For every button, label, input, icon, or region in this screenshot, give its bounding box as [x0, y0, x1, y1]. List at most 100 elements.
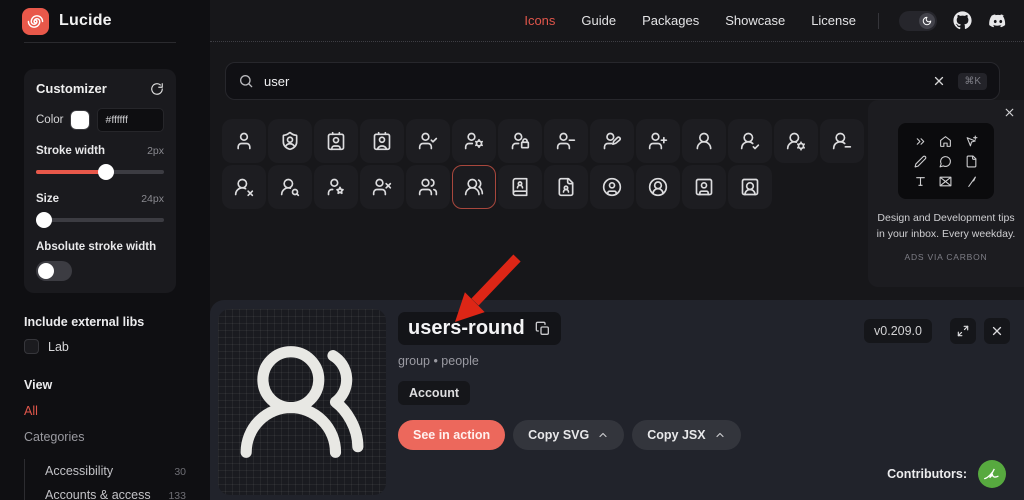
- stroke-width-label: Stroke width: [36, 145, 106, 157]
- copy-svg-button[interactable]: Copy SVG: [513, 420, 625, 450]
- size-slider[interactable]: [36, 212, 164, 228]
- clear-search-icon[interactable]: [932, 74, 946, 88]
- moon-icon: [919, 12, 935, 29]
- lab-label: Lab: [48, 339, 69, 354]
- square-user-round-icon[interactable]: [728, 165, 772, 209]
- ad-text-line2: in your inbox. Every weekday.: [876, 228, 1016, 241]
- include-libs-heading: Include external libs: [24, 315, 145, 329]
- nav-link-guide[interactable]: Guide: [581, 13, 616, 28]
- stroke-width-slider[interactable]: [36, 164, 164, 180]
- line-icon: [965, 175, 978, 188]
- discord-icon[interactable]: [988, 11, 1008, 31]
- category-item-accessibility[interactable]: Accessibility 30: [45, 459, 186, 483]
- copy-jsx-button[interactable]: Copy JSX: [632, 420, 741, 450]
- lab-checkbox-row[interactable]: Lab: [24, 339, 186, 354]
- version-badge: v0.209.0: [864, 319, 932, 343]
- absolute-stroke-toggle[interactable]: [36, 261, 72, 281]
- contact-round-icon[interactable]: [360, 119, 404, 163]
- color-swatch[interactable]: [70, 110, 91, 130]
- customizer-panel: Customizer Color Stroke width 2px: [24, 69, 176, 293]
- pointer-plus-icon: [965, 135, 978, 148]
- contributors-label: Contributors:: [887, 467, 967, 481]
- icon-tags: group • people: [398, 354, 479, 368]
- view-all-link[interactable]: All: [24, 404, 186, 418]
- user-x-icon[interactable]: [360, 165, 404, 209]
- contact-icon[interactable]: [314, 119, 358, 163]
- carbon-ad-card: Design and Development tips in your inbo…: [868, 100, 1024, 287]
- categories-heading: Categories: [24, 430, 85, 444]
- nav-link-packages[interactable]: Packages: [642, 13, 699, 28]
- user-round-cog-icon[interactable]: [774, 119, 818, 163]
- size-label: Size: [36, 193, 60, 205]
- brand-link[interactable]: Lucide: [0, 0, 210, 42]
- users-round-icon-large: [240, 346, 364, 458]
- icon-results-grid: [222, 119, 864, 209]
- search-bar: ⌘K: [225, 62, 1000, 100]
- nav-link-showcase[interactable]: Showcase: [725, 13, 785, 28]
- color-label: Color: [36, 114, 64, 126]
- theme-toggle[interactable]: [899, 10, 937, 31]
- size-value: 24px: [141, 193, 164, 205]
- github-icon[interactable]: [953, 11, 972, 30]
- user-round-icon[interactable]: [682, 119, 726, 163]
- close-detail-icon[interactable]: [984, 318, 1010, 344]
- users-icon[interactable]: [406, 165, 450, 209]
- category-item-accounts-access[interactable]: Accounts & access 133: [45, 483, 186, 500]
- see-in-action-button[interactable]: See in action: [398, 420, 506, 450]
- file-icon: [965, 155, 978, 168]
- icon-title-box: users-round: [398, 312, 561, 345]
- copy-name-icon[interactable]: [535, 321, 551, 337]
- icon-detail-info: users-round group • people Account See i…: [398, 312, 741, 450]
- user-round-check-icon[interactable]: [728, 119, 772, 163]
- user-plus-icon[interactable]: [636, 119, 680, 163]
- ad-close-icon[interactable]: [1003, 106, 1016, 119]
- user-minus-icon[interactable]: [544, 119, 588, 163]
- square-user-icon[interactable]: [682, 165, 726, 209]
- customizer-title: Customizer: [36, 81, 107, 96]
- circle-user-icon[interactable]: [590, 165, 634, 209]
- user-round-x-icon[interactable]: [222, 165, 266, 209]
- user-icon[interactable]: [222, 119, 266, 163]
- sidebar: Lucide Customizer Color Stroke width 2px: [0, 0, 210, 500]
- ad-attribution: ADS VIA CARBON: [904, 251, 988, 262]
- user-round-search-icon[interactable]: [268, 165, 312, 209]
- user-lock-icon[interactable]: [498, 119, 542, 163]
- contributor-avatar[interactable]: [978, 460, 1006, 488]
- contributors-row: Contributors:: [887, 460, 1006, 488]
- user-round-minus-icon[interactable]: [820, 119, 864, 163]
- text-icon: [914, 175, 927, 188]
- shield-user-icon[interactable]: [268, 119, 312, 163]
- home-icon: [939, 135, 952, 148]
- maximize-icon[interactable]: [950, 318, 976, 344]
- brand-title: Lucide: [59, 12, 112, 29]
- user-pen-icon[interactable]: [590, 119, 634, 163]
- icon-name-title: users-round: [408, 317, 525, 339]
- icon-preview: [218, 309, 386, 495]
- user-check-icon[interactable]: [406, 119, 450, 163]
- lucide-app: Lucide Customizer Color Stroke width 2px: [0, 0, 1024, 500]
- search-input[interactable]: [264, 73, 933, 89]
- color-input[interactable]: [97, 108, 164, 132]
- chevron-up-icon: [597, 429, 609, 441]
- ad-image: [898, 123, 994, 199]
- book-user-icon[interactable]: [498, 165, 542, 209]
- user-star-icon[interactable]: [314, 165, 358, 209]
- keyboard-shortcut-badge: ⌘K: [958, 72, 987, 90]
- search-icon: [238, 73, 254, 89]
- circle-user-round-icon[interactable]: [636, 165, 680, 209]
- reset-icon[interactable]: [150, 82, 164, 96]
- lab-checkbox[interactable]: [24, 339, 39, 354]
- mail-x-icon: [939, 175, 952, 188]
- nav-divider: [878, 12, 879, 29]
- nav-link-license[interactable]: License: [811, 13, 856, 28]
- user-cog-icon[interactable]: [452, 119, 496, 163]
- top-nav: Icons Guide Packages Showcase License: [210, 0, 1024, 42]
- category-badge-account[interactable]: Account: [398, 381, 470, 405]
- ad-link[interactable]: Design and Development tips in your inbo…: [868, 123, 1024, 262]
- stroke-width-value: 2px: [147, 145, 164, 157]
- speech-bubble-icon: [939, 155, 952, 168]
- nav-link-icons[interactable]: Icons: [524, 13, 555, 28]
- users-round-icon[interactable]: [452, 165, 496, 209]
- file-user-icon[interactable]: [544, 165, 588, 209]
- absolute-stroke-label: Absolute stroke width: [36, 241, 157, 253]
